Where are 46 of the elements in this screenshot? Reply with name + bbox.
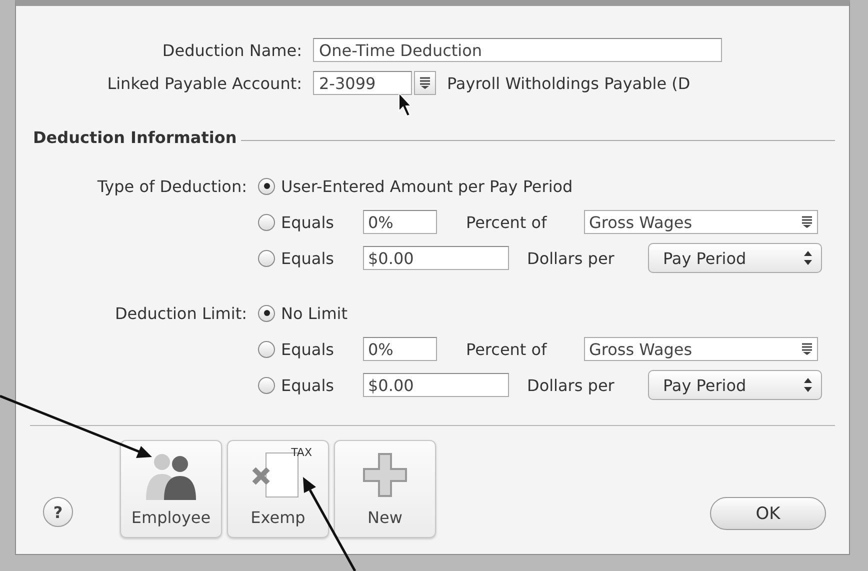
radio-button[interactable] (258, 376, 275, 394)
field-label: Linked Payable Account: (106, 74, 302, 92)
help-button[interactable]: ? (43, 497, 73, 527)
name-field[interactable]: One-Time Deduction (313, 38, 722, 62)
percent-field[interactable]: 0% (363, 210, 437, 234)
amount-field[interactable]: $0.00 (363, 373, 509, 397)
field-label: Dollars per (527, 248, 616, 268)
radio-button[interactable] (258, 304, 275, 322)
field-label: Deduction Name: (161, 40, 302, 60)
dropdown-icon (801, 342, 813, 356)
dropdown-button[interactable] (414, 71, 436, 95)
exemption-button[interactable]: TAX Exemp (227, 440, 329, 538)
employee-button[interactable]: Employee (120, 440, 222, 538)
option-label: Equals (281, 376, 335, 394)
option-label: Equals (281, 212, 335, 232)
option-label: No Limit (281, 304, 348, 322)
new-button[interactable]: New (334, 440, 436, 538)
popup-button[interactable]: Pay Period (648, 243, 822, 273)
option-label: Equals (281, 340, 335, 358)
combo-box[interactable]: Gross Wages (584, 210, 818, 234)
option-label: Equals (281, 248, 335, 268)
account-field[interactable]: 2-3099 (313, 71, 412, 95)
pointer-icon (398, 92, 412, 117)
field-label: Dollars per (527, 376, 616, 394)
field-label: Percent of (466, 340, 548, 358)
section-title: Deduction Information (33, 128, 237, 146)
group-label: Type of Deduction: (96, 176, 247, 196)
radio-button[interactable] (258, 250, 275, 266)
combo-box[interactable]: Gross Wages (584, 337, 818, 361)
percent-field[interactable]: 0% (363, 337, 437, 361)
dropdown-icon (419, 76, 431, 90)
option-label: User-Entered Amount per Pay Period (281, 176, 573, 196)
plus-icon (360, 450, 410, 500)
radio-button[interactable] (258, 178, 275, 194)
account-name: Payroll Witholdings Payable (D (447, 74, 690, 92)
ok-button[interactable]: OK (710, 497, 826, 530)
stepper-icon (803, 377, 813, 393)
dropdown-icon (801, 215, 813, 229)
radio-button[interactable] (258, 340, 275, 358)
stepper-icon (803, 250, 813, 266)
radio-button[interactable] (258, 214, 275, 230)
group-label: Deduction Limit: (114, 304, 247, 322)
popup-button[interactable]: Pay Period (648, 370, 822, 400)
field-label: Percent of (466, 212, 548, 232)
amount-field[interactable]: $0.00 (363, 246, 509, 270)
icon-label: TAX (291, 446, 312, 459)
